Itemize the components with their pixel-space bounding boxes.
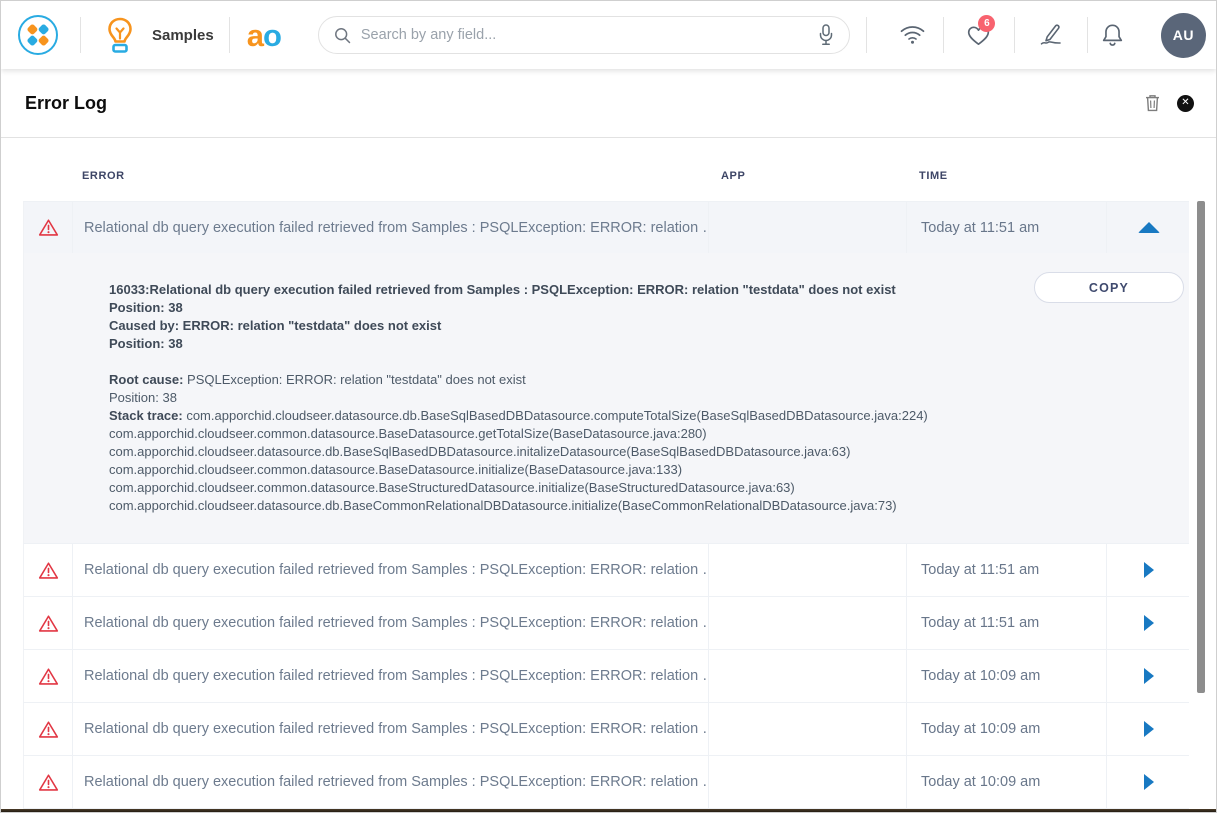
table-header-row: ERROR APP TIME	[23, 138, 1189, 201]
app-cell	[708, 756, 906, 808]
vertical-scrollbar-thumb[interactable]	[1197, 201, 1205, 693]
app-cell	[708, 703, 906, 755]
error-warning-icon	[38, 720, 59, 739]
error-message: Relational db query execution failed ret…	[72, 597, 708, 649]
divider	[229, 17, 230, 53]
error-warning-icon	[38, 667, 59, 686]
stack-trace-line: com.apporchid.cloudseer.datasource.db.Ba…	[109, 443, 1019, 461]
time-cell: Today at 10:09 am	[906, 756, 1106, 808]
pinwheel-logo-icon	[27, 24, 49, 46]
favorites-button[interactable]: 6	[944, 1, 1014, 69]
expand-row-arrow[interactable]	[1144, 668, 1154, 684]
error-warning-icon	[38, 773, 59, 792]
app-cell	[708, 597, 906, 649]
time-cell: Today at 10:09 am	[906, 650, 1106, 702]
column-header-app: APP	[707, 158, 905, 182]
bell-icon	[1100, 22, 1125, 49]
favorites-count-badge: 6	[978, 15, 995, 32]
detail-summary-line: 16033:Relational db query execution fail…	[109, 281, 1019, 299]
error-warning-icon	[38, 614, 59, 633]
stack-trace-line: com.apporchid.cloudseer.common.datasourc…	[109, 461, 1019, 479]
stack-trace-line: com.apporchid.cloudseer.datasource.db.Ba…	[109, 497, 1019, 515]
stack-trace-line: com.apporchid.cloudseer.common.datasourc…	[109, 479, 1019, 497]
window-bottom-edge	[1, 809, 1216, 812]
time-cell: Today at 10:09 am	[906, 703, 1106, 755]
time-cell: Today at 11:51 am	[906, 544, 1106, 596]
error-message: Relational db query execution failed ret…	[72, 756, 708, 808]
root-cause-line: Root cause: PSQLException: ERROR: relati…	[109, 371, 1019, 389]
search-input[interactable]	[361, 27, 817, 43]
microphone-icon[interactable]	[817, 23, 835, 47]
detail-summary-line: Position: 38	[109, 299, 1019, 317]
global-search	[318, 16, 850, 54]
apporchid-logo: ao	[247, 20, 281, 51]
app-cell	[708, 544, 906, 596]
table-row[interactable]: Relational db query execution failed ret…	[23, 596, 1189, 649]
stack-trace-line: Stack trace: com.apporchid.cloudseer.dat…	[109, 407, 1019, 425]
error-message: Relational db query execution failed ret…	[72, 544, 708, 596]
expand-row-arrow[interactable]	[1144, 721, 1154, 737]
expand-row-arrow[interactable]	[1144, 774, 1154, 790]
column-header-error: ERROR	[71, 158, 707, 182]
lightbulb-icon	[104, 16, 136, 54]
notifications-button[interactable]	[1088, 1, 1138, 69]
expand-row-arrow[interactable]	[1144, 562, 1154, 578]
search-icon	[334, 27, 351, 44]
divider	[866, 17, 867, 53]
copy-button[interactable]: COPY	[1034, 272, 1184, 303]
top-bar: Samples ao	[1, 1, 1216, 69]
table-row[interactable]: Relational db query execution failed ret…	[23, 755, 1189, 808]
detail-summary-line: Caused by: ERROR: relation "testdata" do…	[109, 317, 1019, 335]
home-logo-button[interactable]	[18, 15, 58, 55]
close-panel-button[interactable]: ✕	[1177, 95, 1194, 112]
error-message: Relational db query execution failed ret…	[72, 202, 708, 253]
detail-summary-line: Position: 38	[109, 335, 1019, 353]
clear-log-trash-button[interactable]	[1145, 94, 1160, 112]
wifi-icon	[899, 24, 926, 46]
error-message: Relational db query execution failed ret…	[72, 703, 708, 755]
error-warning-icon	[38, 561, 59, 580]
close-icon: ✕	[1181, 98, 1189, 108]
network-status-button[interactable]	[883, 1, 943, 69]
position-line: Position: 38	[109, 389, 1019, 407]
expand-row-arrow[interactable]	[1144, 615, 1154, 631]
table-row[interactable]: Relational db query execution failed ret…	[23, 201, 1189, 253]
collapse-row-arrow[interactable]	[1138, 222, 1160, 233]
stack-trace-line: com.apporchid.cloudseer.common.datasourc…	[109, 425, 1019, 443]
table-row[interactable]: Relational db query execution failed ret…	[23, 702, 1189, 755]
error-message: Relational db query execution failed ret…	[72, 650, 708, 702]
table-row[interactable]: Relational db query execution failed ret…	[23, 543, 1189, 596]
time-cell: Today at 11:51 am	[906, 597, 1106, 649]
error-table: ERROR APP TIME Relational db query execu…	[23, 138, 1189, 813]
user-avatar[interactable]: AU	[1161, 13, 1206, 58]
divider	[80, 17, 81, 53]
app-cell	[708, 650, 906, 702]
annotate-button[interactable]	[1015, 1, 1087, 69]
error-warning-icon	[38, 218, 59, 237]
column-header-time: TIME	[905, 158, 1105, 182]
signature-pen-icon	[1038, 22, 1064, 49]
time-cell: Today at 11:51 am	[906, 202, 1106, 253]
error-detail-panel: COPY 16033:Relational db query execution…	[23, 253, 1189, 543]
page-title: Error Log	[25, 93, 107, 114]
current-app-button[interactable]: Samples	[104, 16, 229, 54]
error-log-header: Error Log ✕	[1, 69, 1216, 138]
app-cell	[708, 202, 906, 253]
table-row[interactable]: Relational db query execution failed ret…	[23, 649, 1189, 702]
app-name-label: Samples	[152, 27, 214, 44]
app-window: Samples ao	[0, 0, 1217, 813]
